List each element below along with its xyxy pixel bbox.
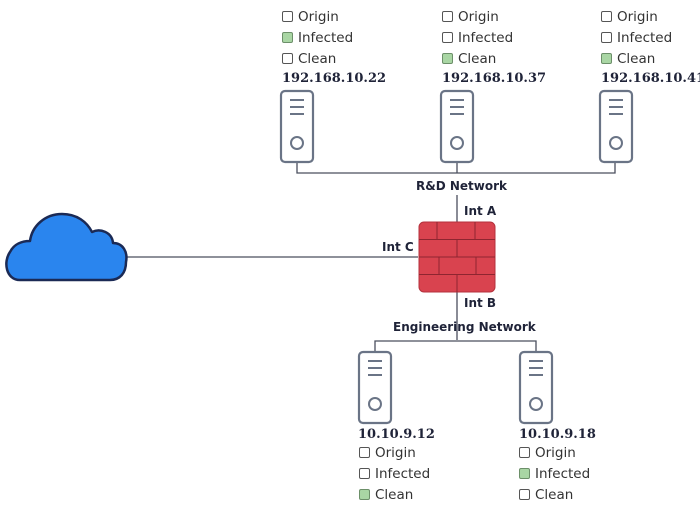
firewall-icon [418,221,496,293]
rd-network-label: R&D Network [416,179,507,193]
cloud-icon [5,212,128,282]
checkbox-icon[interactable] [442,11,453,22]
checkbox-icon[interactable] [282,32,293,43]
eng-network-label: Engineering Network [393,320,536,334]
server-icon [279,89,315,164]
int-a-label: Int A [464,204,497,218]
int-b-label: Int B [464,296,497,310]
host-192-168-10-41-status: Origin Infected Clean [601,6,672,69]
host-ip-label: 10.10.9.18 [519,427,596,442]
checkbox-icon[interactable] [601,53,612,64]
host-192-168-10-37-status: Origin Infected Clean [442,6,513,69]
checkbox-icon[interactable] [359,468,370,479]
host-10-10-9-12-status: Origin Infected Clean [359,442,430,505]
checkbox-clean[interactable]: Clean [601,48,672,69]
host-ip-label: 192.168.10.37 [442,71,547,86]
checkbox-clean[interactable]: Clean [519,484,590,505]
checkbox-icon[interactable] [519,447,530,458]
rd-network-bus [296,162,616,174]
host-ip-label: 192.168.10.22 [282,71,387,86]
checkbox-clean[interactable]: Clean [282,48,353,69]
checkbox-infected[interactable]: Infected [601,27,672,48]
server-icon [439,89,475,164]
checkbox-origin[interactable]: Origin [282,6,353,27]
checkbox-origin[interactable]: Origin [601,6,672,27]
checkbox-clean[interactable]: Clean [442,48,513,69]
server-icon [357,350,393,425]
eng-network-bus [374,340,537,352]
checkbox-icon[interactable] [442,32,453,43]
checkbox-clean[interactable]: Clean [359,484,430,505]
checkbox-icon[interactable] [359,447,370,458]
host-192-168-10-22-status: Origin Infected Clean [282,6,353,69]
checkbox-origin[interactable]: Origin [359,442,430,463]
checkbox-icon[interactable] [519,468,530,479]
checkbox-icon[interactable] [359,489,370,500]
checkbox-icon[interactable] [519,489,530,500]
checkbox-icon[interactable] [601,11,612,22]
checkbox-infected[interactable]: Infected [442,27,513,48]
checkbox-origin[interactable]: Origin [519,442,590,463]
host-ip-label: 192.168.10.41 [601,71,700,86]
server-icon [598,89,634,164]
int-c-label: Int C [382,240,414,254]
host-ip-label: 10.10.9.12 [358,427,435,442]
checkbox-infected[interactable]: Infected [282,27,353,48]
host-10-10-9-18-status: Origin Infected Clean [519,442,590,505]
checkbox-icon[interactable] [442,53,453,64]
checkbox-icon[interactable] [601,32,612,43]
server-icon [518,350,554,425]
checkbox-origin[interactable]: Origin [442,6,513,27]
checkbox-icon[interactable] [282,11,293,22]
checkbox-infected[interactable]: Infected [519,463,590,484]
checkbox-infected[interactable]: Infected [359,463,430,484]
connections [125,162,616,352]
checkbox-icon[interactable] [282,53,293,64]
